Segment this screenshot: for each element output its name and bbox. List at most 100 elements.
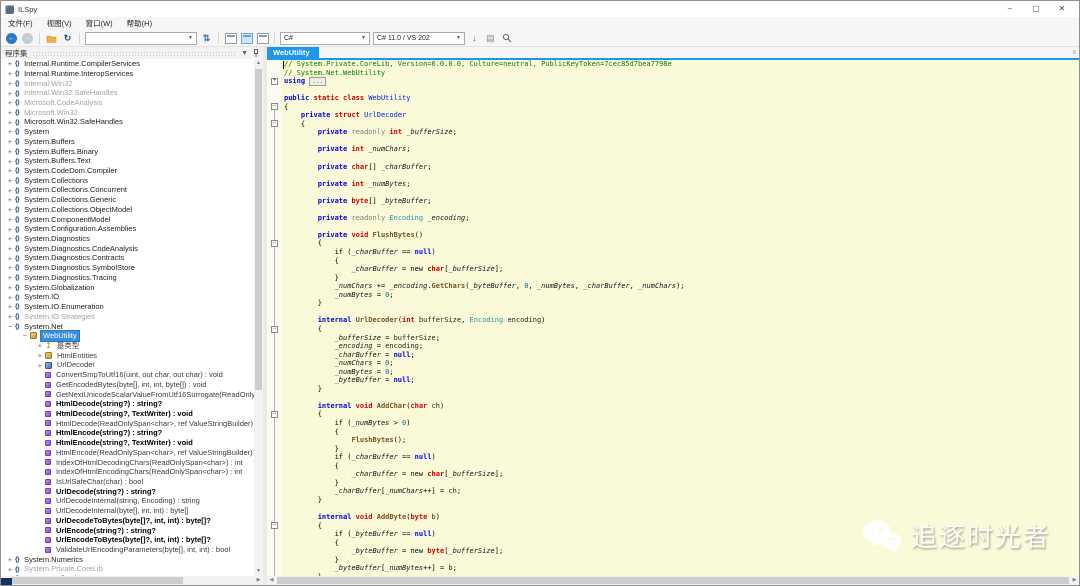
tree-item[interactable]: UrlDecodeToBytes(byte[]?, int, int) : by… bbox=[1, 516, 254, 526]
expand-icon[interactable]: + bbox=[5, 263, 15, 272]
code-horizontal-scrollbar[interactable]: ◀ ▶ bbox=[267, 576, 1079, 585]
expand-icon[interactable]: + bbox=[5, 59, 15, 68]
tree-item[interactable]: +{}System.IO bbox=[1, 292, 254, 302]
scroll-left-icon[interactable]: ◀ bbox=[267, 576, 276, 585]
language-version-combobox[interactable]: C# 11.0 / VS 202 ▼ bbox=[373, 32, 465, 45]
pin-pane-button[interactable] bbox=[240, 32, 253, 45]
code-token[interactable]: _numBytes bbox=[368, 180, 406, 188]
code-token[interactable]: _numBytes bbox=[335, 368, 373, 376]
code-token[interactable]: _byteBuffer bbox=[351, 530, 397, 538]
tree-item[interactable]: IndexOfHtmlDecodingChars(ReadOnlySpan<ch… bbox=[1, 457, 254, 467]
code-token[interactable]: _numBytes bbox=[385, 564, 423, 572]
tree-item[interactable]: +{}System.Collections bbox=[1, 176, 254, 186]
open-file-button[interactable] bbox=[45, 32, 58, 45]
expand-icon[interactable]: + bbox=[5, 98, 15, 107]
code-token[interactable]: _numBytes bbox=[335, 291, 373, 299]
expand-icon[interactable]: + bbox=[5, 283, 15, 292]
tree-item[interactable]: +↥基类型 bbox=[1, 341, 254, 351]
expand-icon[interactable]: + bbox=[5, 108, 15, 117]
code-token[interactable]: AddChar bbox=[377, 402, 407, 410]
tree-item[interactable]: −{}System.Net bbox=[1, 321, 254, 331]
code-token[interactable]: _byteBuffer bbox=[335, 564, 381, 572]
single-pane-button[interactable] bbox=[224, 32, 237, 45]
expand-icon[interactable]: + bbox=[5, 273, 15, 282]
code-token[interactable]: bufferSize bbox=[419, 316, 461, 324]
menu-item-0[interactable]: 文件(F) bbox=[1, 17, 40, 30]
fold-collapse-icon[interactable]: − bbox=[271, 522, 278, 529]
expand-icon[interactable]: + bbox=[35, 351, 45, 360]
expand-icon[interactable]: + bbox=[5, 205, 15, 214]
expand-icon[interactable]: + bbox=[5, 195, 15, 204]
expand-icon[interactable]: + bbox=[5, 244, 15, 253]
tree-item[interactable]: +{}System.Private.CoreLib bbox=[1, 564, 254, 574]
expand-icon[interactable]: + bbox=[35, 341, 45, 350]
expand-icon[interactable]: + bbox=[5, 89, 15, 98]
tree-item[interactable]: IndexOfHtmlEncodingChars(ReadOnlySpan<ch… bbox=[1, 467, 254, 477]
sort-assemblies-button[interactable]: ⇅ bbox=[200, 32, 213, 45]
fold-collapse-icon[interactable]: − bbox=[271, 411, 278, 418]
minimize-button[interactable]: – bbox=[997, 2, 1023, 16]
tree-item[interactable]: IsUrlSafeChar(char) : bool bbox=[1, 477, 254, 487]
split-pane-button[interactable] bbox=[256, 32, 269, 45]
code-token[interactable]: ch bbox=[432, 402, 440, 410]
code-token[interactable]: _byteBuffer bbox=[381, 197, 427, 205]
code-token[interactable]: WebUtility bbox=[368, 94, 410, 102]
code-token[interactable]: _bufferSize bbox=[448, 265, 494, 273]
expand-icon[interactable]: + bbox=[5, 225, 15, 234]
tree-item[interactable]: +UrlDecoder bbox=[1, 360, 254, 370]
expand-icon[interactable]: + bbox=[5, 555, 15, 564]
code-token[interactable]: _charBuffer bbox=[335, 487, 381, 495]
tree-item[interactable]: HtmlDecode(string?, TextWriter) : void bbox=[1, 409, 254, 419]
code-token[interactable]: encoding bbox=[507, 316, 541, 324]
expand-icon[interactable]: + bbox=[5, 69, 15, 78]
code-token[interactable]: _charBuffer bbox=[381, 163, 427, 171]
tree-item[interactable]: +{}System.IO.Strategies bbox=[1, 312, 254, 322]
code-token[interactable]: _bufferSize bbox=[448, 547, 494, 555]
code-token[interactable]: _numChars bbox=[385, 487, 423, 495]
language-combobox[interactable]: C# ▼ bbox=[280, 32, 370, 45]
code-token[interactable]: _charBuffer bbox=[351, 248, 397, 256]
tree-item[interactable]: ConvertSmpToUtf16(uint, out char, out ch… bbox=[1, 370, 254, 380]
code-token[interactable]: _charBuffer bbox=[351, 453, 397, 461]
menu-item-2[interactable]: 窗口(W) bbox=[79, 17, 120, 30]
tree-item[interactable]: UrlEncodeToBytes(byte[]?, int, int) : by… bbox=[1, 535, 254, 545]
sort-members-button[interactable]: ↓ bbox=[468, 32, 481, 45]
fold-collapse-icon[interactable]: − bbox=[271, 103, 278, 110]
scrollbar-thumb[interactable] bbox=[11, 577, 183, 584]
expand-icon[interactable]: + bbox=[5, 186, 15, 195]
code-token[interactable]: _bufferSize bbox=[335, 334, 381, 342]
tree-item[interactable]: +{}System.Diagnostics.Tracing bbox=[1, 273, 254, 283]
tab-webutility[interactable]: WebUtility bbox=[267, 47, 319, 58]
expand-icon[interactable]: + bbox=[35, 361, 45, 370]
tree-item[interactable]: −WebUtility bbox=[1, 331, 254, 341]
expand-icon[interactable]: + bbox=[5, 118, 15, 127]
tree-horizontal-scrollbar[interactable]: ◀ ▶ bbox=[1, 576, 263, 585]
collapse-icon[interactable]: − bbox=[5, 322, 15, 331]
code-token[interactable]: encoding bbox=[385, 342, 419, 350]
code-token[interactable]: _encoding bbox=[389, 282, 427, 290]
code-token[interactable]: GetChars bbox=[432, 282, 466, 290]
forward-button[interactable]: → bbox=[21, 32, 34, 45]
expand-icon[interactable]: + bbox=[5, 565, 15, 574]
expand-icon[interactable]: + bbox=[5, 254, 15, 263]
tree-item[interactable]: HtmlDecode(string?) : string? bbox=[1, 399, 254, 409]
code-token[interactable]: _bufferSize bbox=[406, 128, 452, 136]
tree-item[interactable]: +{}System.Numerics bbox=[1, 555, 254, 565]
pin-icon[interactable] bbox=[252, 49, 259, 57]
tree-item[interactable]: GetNextUnicodeScalarValueFromUtf16Surrog… bbox=[1, 389, 254, 399]
expand-icon[interactable]: + bbox=[5, 234, 15, 243]
expand-icon[interactable]: + bbox=[5, 157, 15, 166]
expand-icon[interactable]: + bbox=[5, 215, 15, 224]
tree-item[interactable]: +{}System.Collections.ObjectModel bbox=[1, 205, 254, 215]
menu-item-3[interactable]: 帮助(H) bbox=[120, 17, 159, 30]
tree-item[interactable]: +HtmlEntities bbox=[1, 351, 254, 361]
tree-item[interactable]: UrlDecodeInternal(string, Encoding) : st… bbox=[1, 496, 254, 506]
tree-item[interactable]: HtmlEncode(string?, TextWriter) : void bbox=[1, 438, 254, 448]
code-token[interactable]: _charBuffer bbox=[583, 282, 629, 290]
fold-expand-icon[interactable]: + bbox=[271, 78, 278, 85]
code-token[interactable]: _numChars bbox=[335, 282, 373, 290]
back-button[interactable]: ← bbox=[5, 32, 18, 45]
tree-item[interactable]: +{}System.Buffers.Text bbox=[1, 156, 254, 166]
code-token[interactable]: _charBuffer bbox=[335, 351, 381, 359]
expand-icon[interactable]: + bbox=[5, 293, 15, 302]
